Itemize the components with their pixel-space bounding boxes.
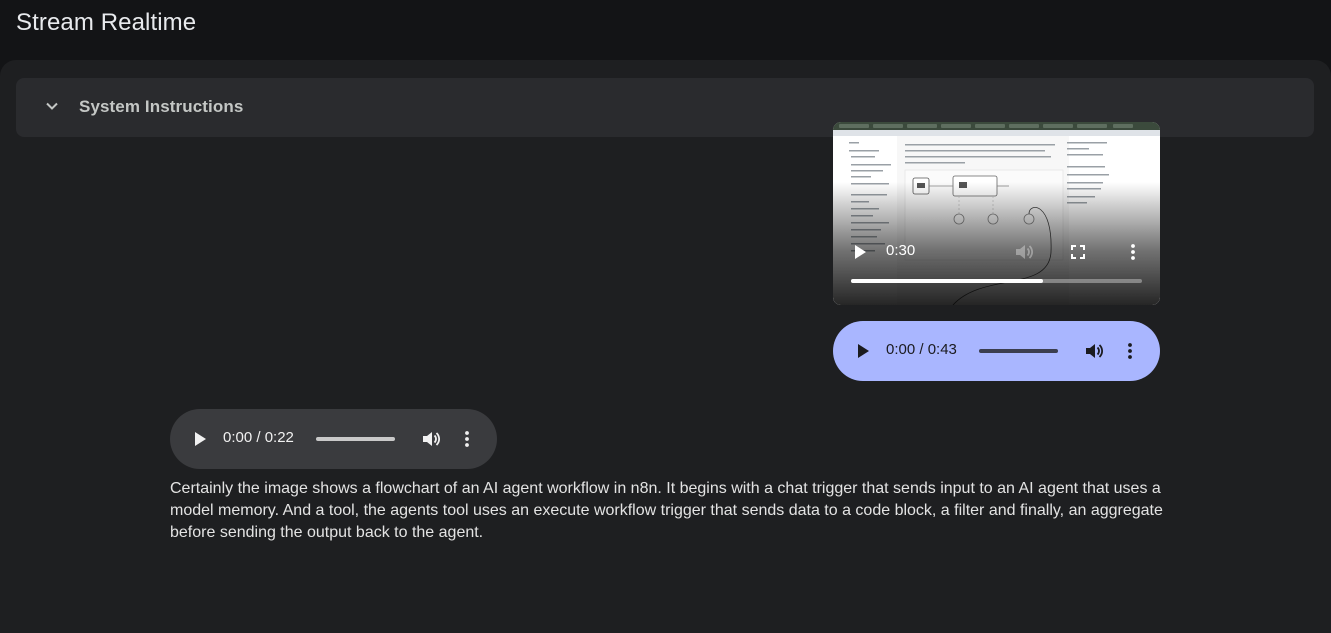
app-title: Stream Realtime <box>16 9 197 36</box>
audio-player-response[interactable]: 0:00 / 0:43 <box>833 321 1160 381</box>
audio-time: 0:00 / 0:22 <box>223 429 294 446</box>
play-icon[interactable] <box>855 343 871 359</box>
chevron-down-icon[interactable] <box>44 98 60 114</box>
more-vert-icon[interactable] <box>1125 243 1141 261</box>
more-vert-icon[interactable] <box>1122 342 1138 360</box>
video-player[interactable]: 0:30 <box>833 122 1160 305</box>
stream-realtime-app: Stream Realtime System Instructions 0:30… <box>0 0 1331 633</box>
audio-progress-bar[interactable] <box>316 437 395 441</box>
volume-icon[interactable] <box>421 430 441 448</box>
fullscreen-icon[interactable] <box>1070 244 1086 260</box>
top-bar: Stream Realtime <box>0 0 1331 60</box>
audio-player-user[interactable]: 0:00 / 0:22 <box>170 409 497 469</box>
play-icon[interactable] <box>852 244 868 260</box>
video-time: 0:30 <box>886 242 916 259</box>
audio-progress-bar[interactable] <box>979 349 1058 353</box>
volume-icon[interactable] <box>1084 342 1104 360</box>
video-progress-fill <box>851 279 1044 283</box>
video-progress-bar[interactable] <box>851 279 1142 283</box>
more-vert-icon[interactable] <box>459 430 475 448</box>
system-instructions-label: System Instructions <box>79 97 244 116</box>
volume-icon[interactable] <box>1014 243 1034 261</box>
play-icon[interactable] <box>192 431 208 447</box>
response-text: Certainly the image shows a flowchart of… <box>170 480 1163 541</box>
video-controls-shade <box>833 182 1160 305</box>
audio-time: 0:00 / 0:43 <box>886 341 957 358</box>
